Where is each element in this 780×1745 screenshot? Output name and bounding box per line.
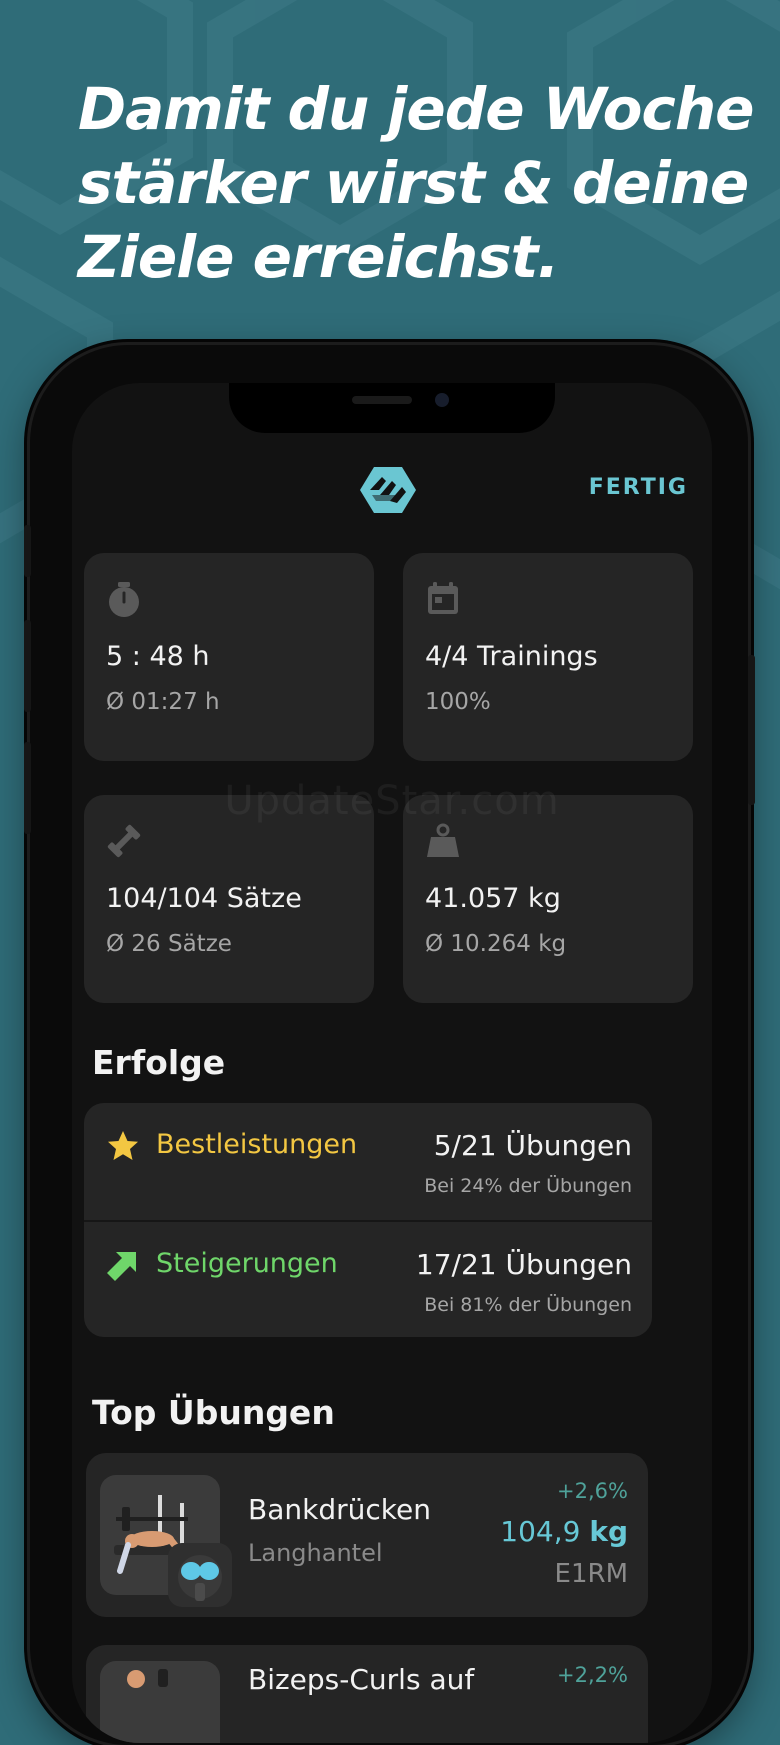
achievement-row-increases[interactable]: Steigerungen 17/21 Übungen Bei 81% der Ü… (84, 1220, 652, 1337)
stat-percent: 100% (425, 689, 491, 715)
exercise-metric: E1RM (554, 1559, 628, 1589)
speaker (352, 396, 412, 404)
headline: Damit du jede Woche stärker wirst & dein… (78, 72, 758, 294)
weight-icon (427, 823, 459, 857)
stat-card-weight: 41.057 kg Ø 10.264 kg (403, 795, 693, 1003)
front-camera (435, 393, 449, 407)
stat-average: Ø 10.264 kg (425, 931, 567, 957)
achievement-label: Bestleistungen (156, 1129, 358, 1160)
headline-line-3: Ziele erreichst. (78, 223, 559, 291)
star-icon (108, 1131, 138, 1160)
arrow-up-right-icon (107, 1252, 136, 1281)
stat-card-trainings: 4/4 Trainings 100% (403, 553, 693, 761)
stat-card-duration: 5 : 48 h Ø 01:27 h (84, 553, 374, 761)
exercise-name: Bankdrücken (248, 1493, 431, 1526)
notch (229, 383, 555, 433)
phone-volume-down-button (24, 742, 31, 834)
achievement-value: 17/21 Übungen (415, 1248, 632, 1281)
exercise-card-biceps-curls[interactable]: Bizeps-Curls auf +2,2% (86, 1645, 648, 1743)
stat-value: 104/104 Sätze (106, 883, 302, 914)
exercise-weight-value: 104,9 (500, 1515, 581, 1548)
muscle-group-icon (168, 1543, 232, 1607)
exercise-change: +2,2% (557, 1663, 628, 1687)
exercise-weight: 104,9 kg (500, 1515, 628, 1548)
stat-card-sets: 104/104 Sätze Ø 26 Sätze (84, 795, 374, 1003)
headline-line-2: stärker wirst & deine (78, 149, 749, 217)
stat-value: 4/4 Trainings (425, 641, 598, 672)
biceps-curl-illustration-icon (127, 1669, 168, 1688)
watermark: UpdateStar.com (224, 778, 560, 824)
achievement-row-bests[interactable]: Bestleistungen 5/21 Übungen Bei 24% der … (84, 1103, 652, 1220)
achievements-title: Erfolge (92, 1043, 226, 1082)
dumbbell-icon (107, 824, 141, 858)
stat-average: Ø 26 Sätze (106, 931, 232, 957)
achievement-value: 5/21 Übungen (433, 1129, 632, 1162)
exercise-weight-unit: kg (589, 1515, 628, 1548)
stopwatch-icon (109, 582, 139, 617)
exercise-equipment: Langhantel (248, 1539, 383, 1567)
achievement-label: Steigerungen (156, 1248, 338, 1279)
app-screen: FERTIG 5 : 48 h Ø 01:27 h 4/4 Trainings … (72, 383, 712, 1743)
exercise-name: Bizeps-Curls auf (248, 1663, 475, 1696)
exercise-change: +2,6% (557, 1479, 628, 1503)
done-button[interactable]: FERTIG (512, 475, 688, 500)
achievement-subtext: Bei 24% der Übungen (424, 1175, 632, 1197)
phone-volume-up-button (24, 620, 31, 712)
stat-value: 5 : 48 h (106, 641, 210, 672)
exercise-thumbnail (100, 1661, 220, 1743)
stat-value: 41.057 kg (425, 883, 561, 914)
exercise-card-bench-press[interactable]: Bankdrücken Langhantel +2,6% 104,9 kg E1… (86, 1453, 648, 1617)
phone-action-button (24, 525, 31, 577)
headline-line-1: Damit du jede Woche (78, 75, 754, 143)
phone-power-button (748, 655, 755, 805)
top-exercises-title: Top Übungen (92, 1393, 335, 1432)
app-logo-icon (360, 467, 416, 513)
stat-average: Ø 01:27 h (106, 689, 220, 715)
achievement-subtext: Bei 81% der Übungen (424, 1294, 632, 1316)
calendar-icon (428, 582, 458, 614)
achievements-card: Bestleistungen 5/21 Übungen Bei 24% der … (84, 1103, 652, 1337)
